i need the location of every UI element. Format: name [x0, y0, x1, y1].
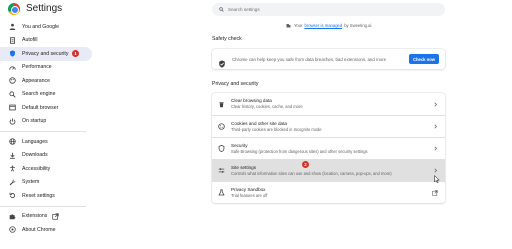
- sidebar-item-search-engine[interactable]: Search engine: [0, 88, 92, 102]
- managed-link[interactable]: browser is managed: [304, 23, 342, 28]
- accessibility-icon: [8, 165, 16, 173]
- settings-page: Settings You and Google Autofill Privacy…: [0, 0, 512, 249]
- search-bar[interactable]: [212, 3, 445, 16]
- chevron-right-icon: [431, 145, 439, 153]
- sidebar-divider: [0, 131, 86, 132]
- chrome-logo-icon: [8, 3, 20, 15]
- sidebar: You and Google Autofill Privacy and secu…: [0, 20, 92, 237]
- sidebar-item-label: On startup: [22, 118, 47, 125]
- sidebar-item-label: Downloads: [22, 152, 48, 159]
- sidebar-item-about-chrome[interactable]: About Chrome: [0, 223, 92, 237]
- external-link-icon: [51, 212, 59, 220]
- row-subtitle: Third-party cookies are blocked in Incog…: [231, 126, 322, 132]
- shield-icon: [218, 145, 225, 152]
- sidebar-item-label: Search engine: [22, 91, 56, 98]
- sidebar-item-label: Autofill: [22, 37, 38, 44]
- search-icon: [219, 7, 224, 12]
- privacy-heading: Privacy and security: [212, 81, 259, 87]
- sidebar-item-default-browser[interactable]: Default browser: [0, 101, 92, 115]
- cookie-icon: [218, 123, 225, 130]
- sidebar-item-on-startup[interactable]: On startup: [0, 115, 92, 129]
- managed-suffix: by Sweeting.ai: [344, 23, 372, 28]
- sidebar-item-label: Accessibility: [22, 165, 51, 172]
- power-icon: [8, 117, 16, 125]
- sidebar-item-system[interactable]: System: [0, 176, 92, 190]
- search-input[interactable]: [228, 7, 428, 12]
- palette-icon: [8, 77, 16, 85]
- row-subtitle: Trial features are off: [231, 192, 268, 198]
- managed-notice: Your browser is managed by Sweeting.ai: [286, 23, 371, 28]
- clipboard-icon: [8, 36, 16, 44]
- row-cookies[interactable]: Cookies and other site data Third-party …: [212, 115, 445, 137]
- step-badge: 1: [72, 50, 79, 57]
- shield-icon: [8, 50, 16, 58]
- row-security[interactable]: Security Safe Browsing (protection from …: [212, 137, 445, 159]
- sidebar-item-appearance[interactable]: Appearance: [0, 74, 92, 88]
- step-badge: 2: [302, 161, 309, 168]
- sidebar-item-languages[interactable]: Languages: [0, 135, 92, 149]
- safety-check-text: Chrome can help keep you safe from data …: [232, 56, 387, 62]
- sidebar-item-label: System: [22, 179, 40, 186]
- external-link-icon[interactable]: [431, 189, 439, 197]
- safety-check-card: Chrome can help keep you safe from data …: [212, 49, 445, 69]
- chevron-right-icon: [431, 123, 439, 131]
- flask-icon: [218, 189, 225, 196]
- download-icon: [8, 151, 16, 159]
- sidebar-item-accessibility[interactable]: Accessibility: [0, 162, 92, 176]
- speedometer-icon: [8, 63, 16, 71]
- wrench-icon: [8, 178, 16, 186]
- row-subtitle: Controls what information sites can use …: [231, 170, 392, 176]
- row-subtitle: Safe Browsing (protection from dangerous…: [231, 148, 368, 154]
- globe-icon: [8, 138, 16, 146]
- row-subtitle: Clear history, cookies, cache, and more: [231, 104, 303, 110]
- sidebar-item-label: Extensions: [22, 213, 48, 220]
- shield-check-icon: [218, 55, 226, 68]
- trash-icon: [218, 101, 225, 108]
- building-icon: [286, 23, 291, 28]
- sidebar-item-privacy-and-security[interactable]: Privacy and security 1: [0, 47, 92, 61]
- chrome-icon: [8, 226, 16, 234]
- sidebar-item-extensions[interactable]: Extensions: [0, 210, 92, 224]
- browser-icon: [8, 104, 16, 112]
- safety-check-heading: Safety check: [212, 36, 242, 42]
- managed-prefix: Your: [294, 23, 303, 28]
- chevron-right-icon: [431, 100, 439, 108]
- sidebar-item-label: Reset settings: [22, 192, 55, 199]
- sidebar-item-autofill[interactable]: Autofill: [0, 34, 92, 48]
- mouse-cursor-icon: [434, 175, 440, 183]
- row-privacy-sandbox[interactable]: Privacy Sandbox Trial features are off: [212, 181, 445, 203]
- privacy-card: Clear browsing data Clear history, cooki…: [212, 93, 445, 203]
- sidebar-divider: [0, 205, 86, 207]
- sidebar-item-label: Performance: [22, 64, 52, 71]
- sidebar-item-reset-settings[interactable]: Reset settings: [0, 189, 92, 203]
- sidebar-item-label: You and Google: [22, 23, 60, 30]
- sidebar-item-you-and-google[interactable]: You and Google: [0, 20, 92, 34]
- sidebar-item-label: Privacy and security: [22, 50, 69, 57]
- check-now-button[interactable]: Check now: [409, 54, 439, 64]
- sliders-icon: [218, 167, 225, 174]
- puzzle-icon: [8, 212, 16, 220]
- sidebar-item-label: About Chrome: [22, 226, 56, 233]
- sidebar-item-label: Appearance: [22, 77, 50, 84]
- row-clear-browsing-data[interactable]: Clear browsing data Clear history, cooki…: [212, 93, 445, 115]
- chevron-right-icon: [431, 167, 439, 175]
- app-title: Settings: [26, 3, 63, 14]
- sidebar-item-label: Languages: [22, 138, 48, 145]
- sidebar-item-label: Default browser: [22, 104, 59, 111]
- search-icon: [8, 90, 16, 98]
- sidebar-item-performance[interactable]: Performance: [0, 61, 92, 75]
- sidebar-item-downloads[interactable]: Downloads: [0, 149, 92, 163]
- person-icon: [8, 23, 16, 31]
- reset-icon: [8, 192, 16, 200]
- row-site-settings[interactable]: Site settings Controls what information …: [212, 159, 445, 181]
